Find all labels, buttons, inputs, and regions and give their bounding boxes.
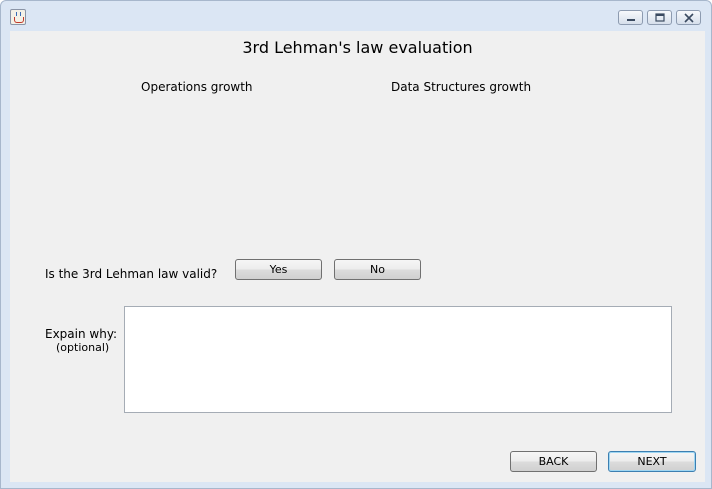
app-window: 3rd Lehman's law evaluation Operations g… <box>0 0 712 489</box>
validity-question: Is the 3rd Lehman law valid? <box>45 267 218 281</box>
title-bar[interactable] <box>1 1 711 32</box>
maximize-button[interactable] <box>647 10 672 25</box>
close-icon <box>684 13 694 23</box>
explain-textarea[interactable] <box>124 306 672 413</box>
yes-button[interactable]: Yes <box>235 259 322 280</box>
close-button[interactable] <box>676 10 701 25</box>
maximize-icon <box>655 13 665 22</box>
data-structures-growth-label: Data Structures growth <box>391 80 532 94</box>
back-button[interactable]: BACK <box>510 451 597 472</box>
minimize-button[interactable] <box>618 10 643 25</box>
no-button[interactable]: No <box>334 259 421 280</box>
java-cup-icon[interactable] <box>10 9 26 25</box>
explain-label: Expain why: <box>45 327 118 341</box>
next-button[interactable]: NEXT <box>608 451 696 472</box>
operations-growth-label: Operations growth <box>141 80 253 94</box>
page-title: 3rd Lehman's law evaluation <box>242 38 473 57</box>
content-panel: 3rd Lehman's law evaluation Operations g… <box>10 31 705 482</box>
minimize-icon <box>627 19 635 21</box>
optional-label: (optional) <box>56 341 110 354</box>
